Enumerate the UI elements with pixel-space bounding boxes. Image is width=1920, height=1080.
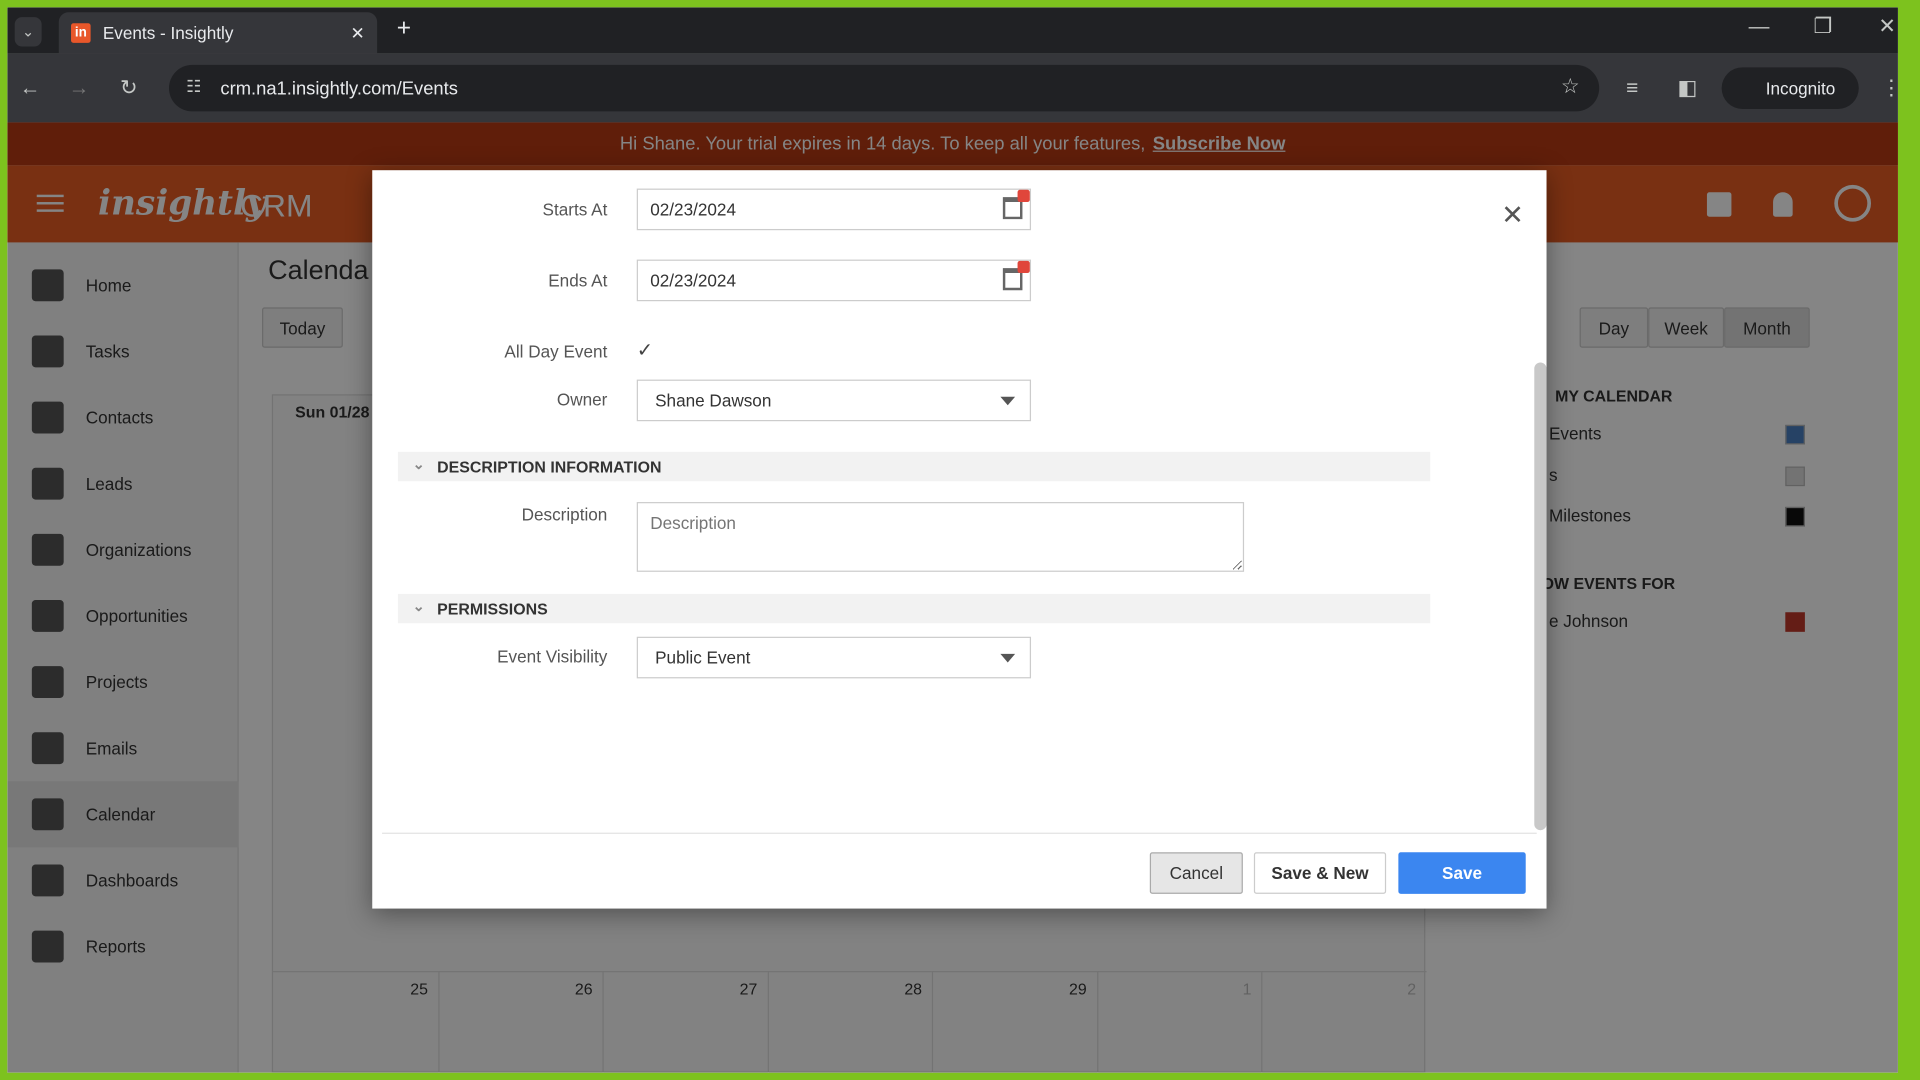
close-window-icon[interactable]: ✕ (1878, 15, 1895, 39)
site-settings-icon[interactable]: ☷ (186, 76, 201, 97)
save-and-new-button[interactable]: Save & New (1253, 852, 1387, 894)
close-icon[interactable]: ✕ (1501, 200, 1524, 232)
starts-at-input[interactable]: 02/23/2024 (636, 188, 1032, 231)
cancel-button[interactable]: Cancel (1149, 852, 1243, 894)
tab-search-icon[interactable]: ⌄ (14, 17, 42, 47)
event-visibility-select[interactable]: Public Event (636, 636, 1032, 679)
chevron-down-icon (1000, 653, 1016, 663)
owner-label: Owner (556, 389, 608, 409)
ends-at-input[interactable]: 02/23/2024 (636, 259, 1032, 302)
bookmark-star-icon[interactable]: ☆ (1561, 75, 1580, 99)
all-day-checkbox[interactable]: ✓ (637, 340, 659, 362)
address-bar[interactable]: ☷ crm.na1.insightly.com/Events ☆ (168, 64, 1600, 112)
close-tab-icon[interactable]: ✕ (351, 23, 365, 44)
date-picker-icon[interactable] (1002, 189, 1030, 220)
chevron-down-icon: ⌄ (412, 597, 425, 615)
chevron-down-icon: ⌄ (412, 455, 425, 473)
minimize-icon[interactable]: — (1749, 15, 1770, 39)
owner-select[interactable]: Shane Dawson (636, 379, 1032, 422)
starts-at-label: Starts At (542, 199, 608, 220)
description-textarea[interactable] (636, 502, 1245, 572)
new-tab-icon[interactable]: + (397, 15, 411, 43)
permissions-section-header[interactable]: ⌄ PERMISSIONS (397, 593, 1431, 624)
restore-icon[interactable]: ❐ (1813, 15, 1832, 39)
modal-scrollbar[interactable] (1534, 362, 1547, 831)
ends-at-label: Ends At (548, 270, 608, 291)
footer-divider (382, 832, 1537, 834)
insightly-favicon-icon: in (71, 23, 91, 43)
menu-icon[interactable]: ⋮ (1881, 76, 1898, 100)
event-modal: ✕ Starts At 02/23/2024 Ends At 02/23/202… (372, 170, 1547, 909)
chevron-down-icon (1000, 396, 1016, 406)
description-label: Description (521, 504, 608, 525)
media-icon[interactable]: ≡ (1626, 76, 1638, 100)
browser-toolbar: ← → ↻ ☷ crm.na1.insightly.com/Events ☆ ≡… (7, 53, 1898, 123)
reload-icon[interactable]: ↻ (120, 76, 137, 100)
tab-title: Events - Insightly (102, 23, 234, 43)
date-picker-icon[interactable] (1002, 260, 1030, 291)
side-panel-icon[interactable]: ◧ (1678, 76, 1698, 100)
tab-strip: ⌄ in Events - Insightly ✕ + — ❐ ✕ (7, 7, 1898, 54)
forward-icon[interactable]: → (69, 76, 90, 100)
all-day-label: All Day Event (504, 341, 608, 362)
save-button[interactable]: Save (1398, 852, 1526, 894)
browser-tab[interactable]: in Events - Insightly ✕ (58, 12, 378, 54)
back-icon[interactable]: ← (20, 76, 41, 100)
incognito-badge[interactable]: Incognito (1721, 67, 1859, 109)
description-section-header[interactable]: ⌄ DESCRIPTION INFORMATION (397, 451, 1431, 482)
url-text: crm.na1.insightly.com/Events (220, 77, 458, 99)
event-visibility-label: Event Visibility (497, 646, 608, 667)
